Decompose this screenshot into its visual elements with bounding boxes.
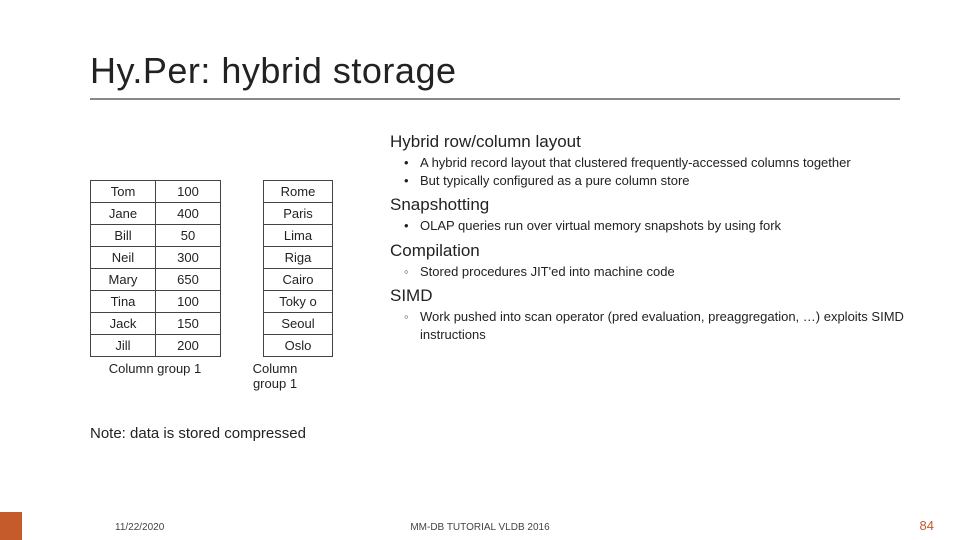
- slide-title: Hy.Per: hybrid storage: [90, 50, 900, 100]
- cell-val: 200: [156, 335, 221, 357]
- bullet-item: • A hybrid record layout that clustered …: [408, 154, 920, 172]
- cell-name: Tina: [91, 291, 156, 313]
- cell-city: Toky o: [264, 291, 333, 313]
- cell-val: 300: [156, 247, 221, 269]
- cell-val: 100: [156, 291, 221, 313]
- cell-city: Riga: [264, 247, 333, 269]
- bullet-list: Work pushed into scan operator (pred eva…: [408, 308, 920, 343]
- section-heading: Compilation: [390, 241, 920, 261]
- bullet-item: • But typically configured as a pure col…: [408, 172, 920, 190]
- cell-name: Neil: [91, 247, 156, 269]
- section-heading: SIMD: [390, 286, 920, 306]
- table-row: Tina100 Toky o: [91, 291, 333, 313]
- cell-gap: [221, 181, 264, 203]
- footer-mid: MM-DB TUTORIAL VLDB 2016: [0, 522, 960, 533]
- cell-name: Jack: [91, 313, 156, 335]
- bullet-body: Hybrid row/column layout • A hybrid recor…: [390, 128, 920, 349]
- bullet-item: • OLAP queries run over virtual memory s…: [408, 217, 920, 235]
- cell-val: 650: [156, 269, 221, 291]
- cell-city: Rome: [264, 181, 333, 203]
- table-row: Jack150 Seoul: [91, 313, 333, 335]
- cell-gap: [221, 247, 264, 269]
- cell-name: Bill: [91, 225, 156, 247]
- cell-city: Oslo: [264, 335, 333, 357]
- bullet-list: • OLAP queries run over virtual memory s…: [408, 217, 920, 235]
- table-row: Neil300 Riga: [91, 247, 333, 269]
- section-heading: Snapshotting: [390, 195, 920, 215]
- data-table-area: Tom100RomeJane400ParisBill50LimaNeil300R…: [90, 180, 390, 391]
- cell-name: Tom: [91, 181, 156, 203]
- page-number: 84: [920, 518, 934, 533]
- cell-val: 100: [156, 181, 221, 203]
- footer: 11/22/2020 MM-DB TUTORIAL VLDB 2016 84: [0, 512, 960, 540]
- caption-left: Column group 1: [90, 361, 220, 391]
- cell-val: 400: [156, 203, 221, 225]
- table-row: Bill50 Lima: [91, 225, 333, 247]
- cell-val: 150: [156, 313, 221, 335]
- cell-city: Lima: [264, 225, 333, 247]
- cell-val: 50: [156, 225, 221, 247]
- compression-note: Note: data is stored compressed: [90, 425, 306, 442]
- cell-name: Jane: [91, 203, 156, 225]
- bullet-list: Stored procedures JIT'ed into machine co…: [408, 263, 920, 281]
- cell-name: Jill: [91, 335, 156, 357]
- caption-right: Column group 1: [240, 361, 310, 391]
- data-table: Tom100RomeJane400ParisBill50LimaNeil300R…: [90, 180, 333, 357]
- bullet-item: Work pushed into scan operator (pred eva…: [408, 308, 920, 343]
- cell-name: Mary: [91, 269, 156, 291]
- bullet-item: Stored procedures JIT'ed into machine co…: [408, 263, 920, 281]
- bullet-list: • A hybrid record layout that clustered …: [408, 154, 920, 189]
- cell-gap: [221, 291, 264, 313]
- table-row: Jane400 Paris: [91, 203, 333, 225]
- section-heading: Hybrid row/column layout: [390, 132, 920, 152]
- cell-gap: [221, 335, 264, 357]
- cell-gap: [221, 203, 264, 225]
- cell-city: Seoul: [264, 313, 333, 335]
- cell-gap: [221, 225, 264, 247]
- cell-gap: [221, 269, 264, 291]
- table-row: Tom100 Rome: [91, 181, 333, 203]
- cell-city: Cairo: [264, 269, 333, 291]
- table-row: Jill200 Oslo: [91, 335, 333, 357]
- cell-city: Paris: [264, 203, 333, 225]
- table-row: Mary650 Cairo: [91, 269, 333, 291]
- cell-gap: [221, 313, 264, 335]
